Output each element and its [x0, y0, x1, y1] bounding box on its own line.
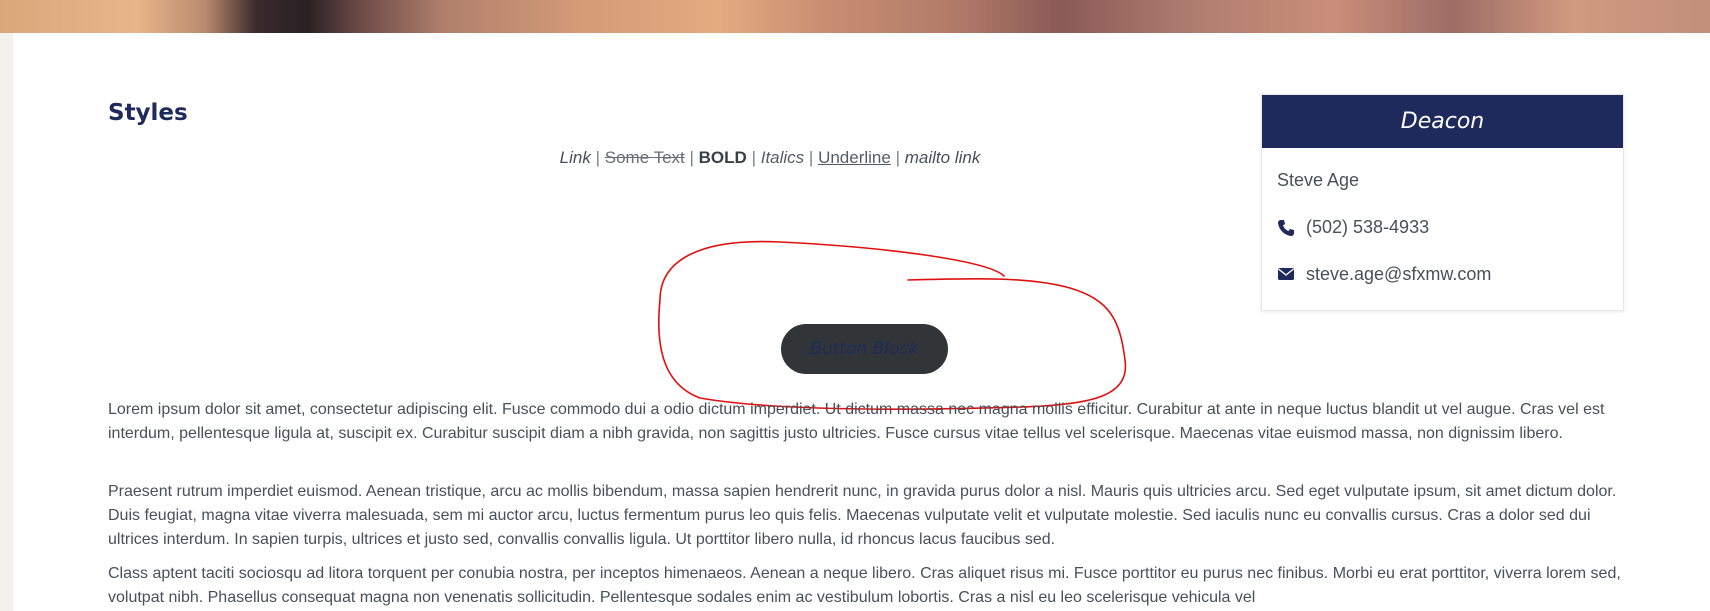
contact-phone[interactable]: (502) 538-4933 — [1277, 217, 1429, 238]
paragraph: Praesent rutrum imperdiet euismod. Aenea… — [108, 483, 1617, 548]
underline-text: Underline — [818, 148, 891, 167]
separator: | — [689, 148, 694, 167]
button-block[interactable]: Button Block — [781, 324, 948, 374]
separator: | — [751, 148, 756, 167]
contact-email-text: steve.age@sfxmw.com — [1306, 264, 1492, 284]
demo-link[interactable]: Link — [560, 148, 591, 167]
hero-banner-image — [0, 0, 1710, 33]
mailto-link[interactable]: mailto link — [905, 148, 981, 167]
bold-text: BOLD — [698, 148, 747, 167]
italic-text: Italics — [760, 148, 805, 167]
separator: | — [895, 148, 900, 167]
paragraph: Class aptent taciti sociosqu ad litora t… — [108, 565, 1621, 606]
contact-card: Deacon Steve Age (502) 538-4933 steve.ag… — [1261, 94, 1624, 311]
contact-card-header: Deacon — [1262, 95, 1623, 148]
envelope-icon — [1277, 266, 1297, 284]
separator: | — [595, 148, 601, 167]
strikethrough-text: Some Text — [604, 148, 685, 167]
page-title: Styles — [108, 100, 188, 126]
contact-email[interactable]: steve.age@sfxmw.com — [1277, 264, 1491, 285]
contact-name: Steve Age — [1277, 170, 1359, 191]
contact-name-text: Steve Age — [1277, 170, 1360, 190]
separator: | — [808, 148, 814, 167]
paragraph: Lorem ipsum dolor sit amet, consectetur … — [108, 401, 1605, 442]
phone-icon — [1277, 219, 1297, 237]
contact-phone-text: (502) 538-4933 — [1306, 217, 1430, 237]
